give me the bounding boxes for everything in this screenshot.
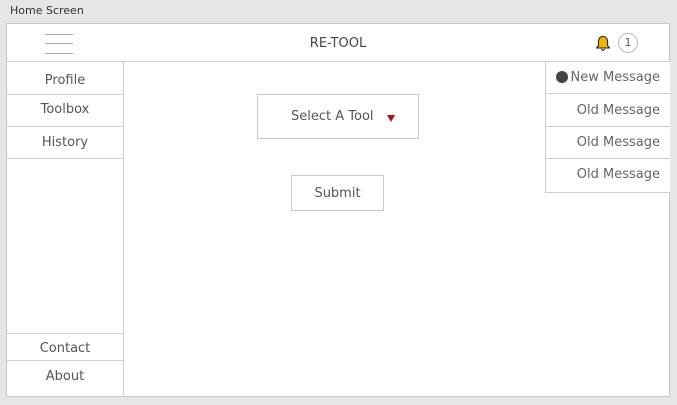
message-label: New Message: [570, 70, 660, 85]
app-frame: RE-TOOL 1 Profile Toolbox History Contac…: [6, 23, 670, 397]
message-label: Old Message: [576, 135, 660, 150]
messages-panel: New Message Old Message Old Message Old …: [545, 62, 670, 193]
window-title: Home Screen: [10, 4, 84, 17]
message-item-old[interactable]: Old Message: [546, 127, 670, 159]
sidebar-item-history[interactable]: History: [7, 127, 123, 159]
message-label: Old Message: [576, 167, 660, 182]
message-label: Old Message: [576, 103, 660, 118]
message-item-old[interactable]: Old Message: [546, 95, 670, 127]
unread-dot-icon: [556, 71, 568, 83]
message-item-new[interactable]: New Message: [546, 62, 670, 94]
sidebar-item-about[interactable]: About: [7, 362, 123, 396]
tool-select-label: Select A Tool: [291, 109, 374, 124]
header: RE-TOOL 1: [7, 24, 669, 62]
sidebar-item-profile[interactable]: Profile: [7, 62, 123, 95]
sidebar-item-contact[interactable]: Contact: [7, 333, 123, 361]
submit-button[interactable]: Submit: [291, 175, 384, 211]
notification-count-badge[interactable]: 1: [618, 33, 638, 53]
sidebar-item-toolbox[interactable]: Toolbox: [7, 95, 123, 127]
sidebar: Profile Toolbox History Contact About: [7, 62, 124, 396]
app-title: RE-TOOL: [309, 36, 367, 51]
bell-icon[interactable]: [595, 35, 611, 52]
tool-select-dropdown[interactable]: Select A Tool: [257, 94, 419, 139]
dropdown-arrow-icon: [387, 115, 395, 122]
message-item-old[interactable]: Old Message: [546, 159, 670, 191]
